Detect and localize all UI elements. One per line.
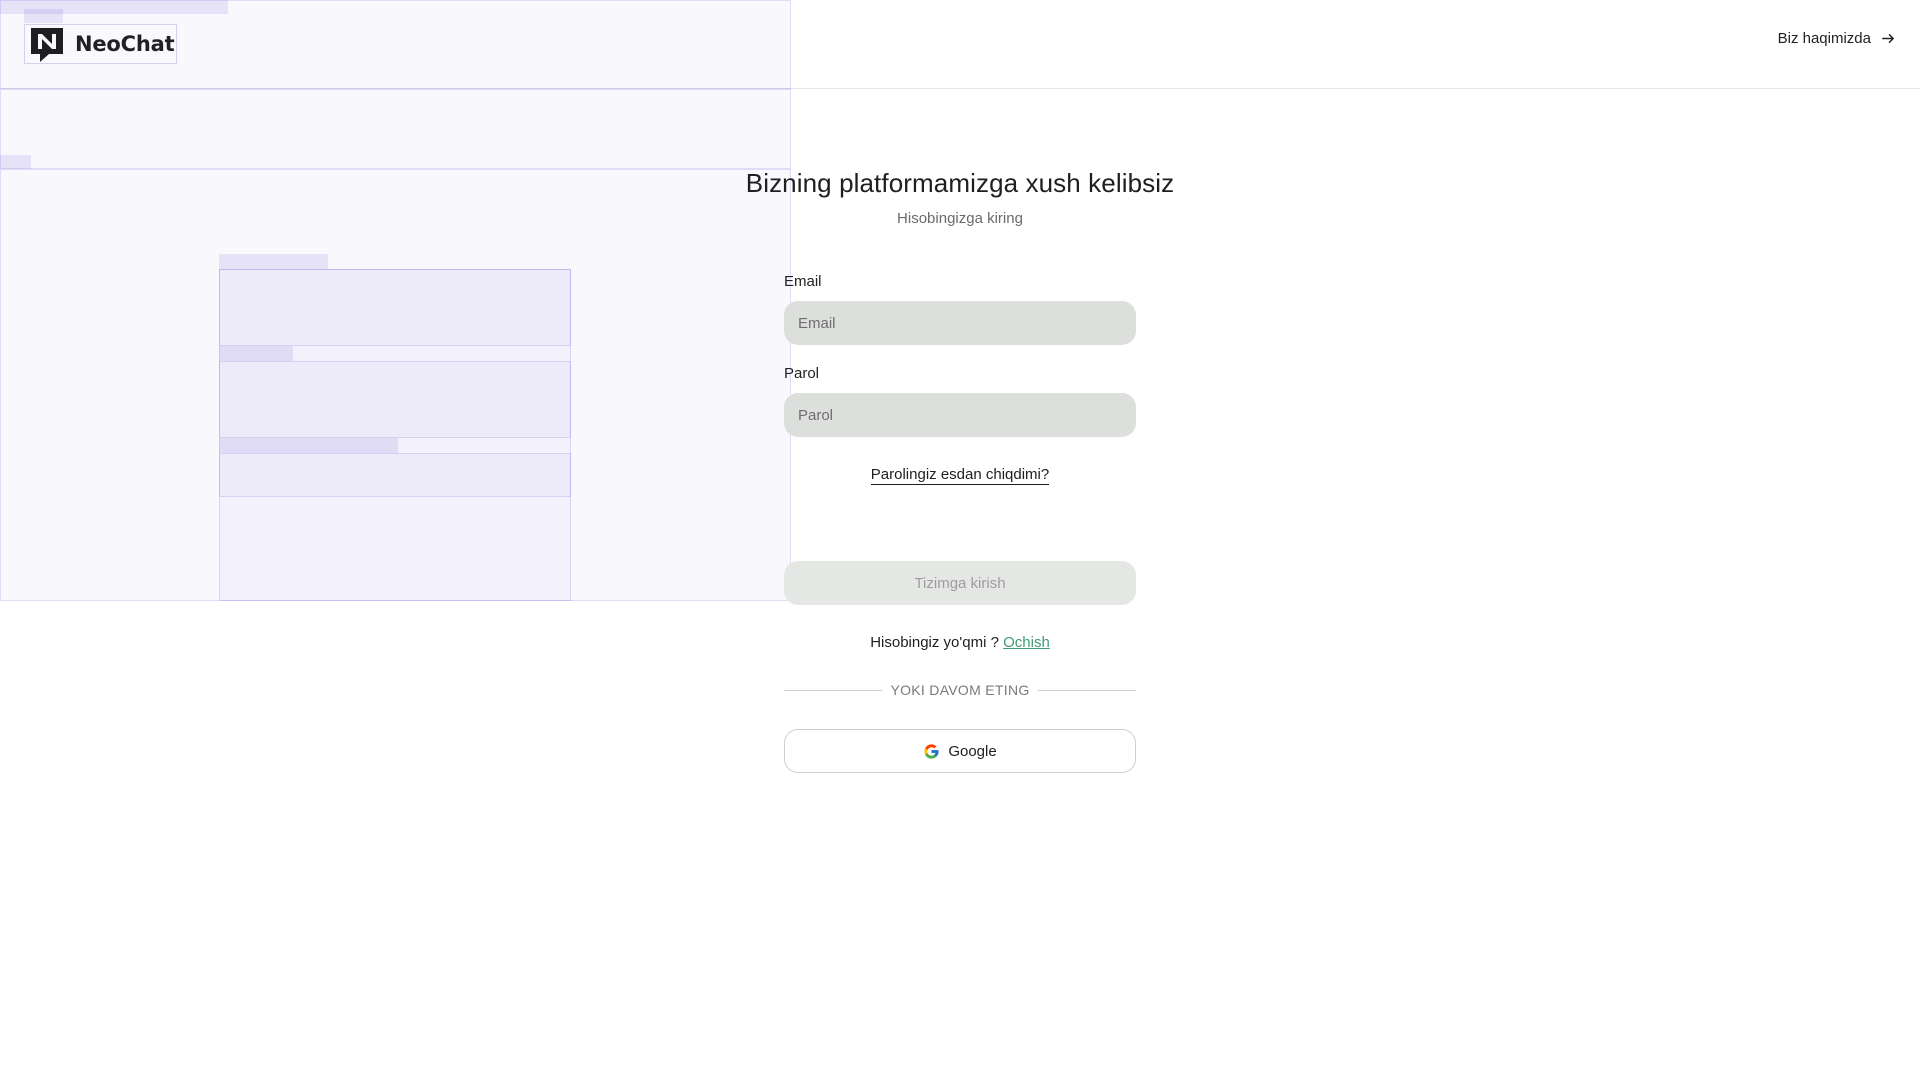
password-label: Parol: [784, 365, 820, 382]
overlay-tag: [219, 438, 398, 453]
signup-link[interactable]: Ochish: [1003, 634, 1050, 651]
divider-line-left: [784, 689, 883, 691]
overlay-field-box: [219, 361, 571, 438]
overlay-form-region: [0, 169, 791, 601]
login-button[interactable]: Tizimga kirish: [784, 561, 1136, 605]
forgot-password-link[interactable]: Parolingiz esdan chiqdimi?: [870, 466, 1050, 485]
about-link[interactable]: Biz haqimizda: [1778, 30, 1896, 47]
divider-text: YOKI DAVOM ETING: [890, 682, 1030, 698]
logo-text: NeoChat: [75, 32, 175, 56]
signup-prompt: Hisobingiz yo'qmi ?: [870, 634, 999, 651]
logo[interactable]: NeoChat: [24, 24, 178, 64]
neochat-logo-icon: [31, 28, 63, 62]
overlay-tag: [219, 254, 328, 269]
about-label: Biz haqimizda: [1777, 30, 1871, 47]
email-label: Email: [784, 273, 822, 290]
top-header: NeoChat Biz haqimizda: [0, 0, 1920, 89]
overlay-field-box: [219, 269, 571, 346]
signup-row: Hisobingiz yo'qmi ? Ochish: [0, 634, 1920, 651]
google-icon: [924, 743, 939, 759]
overlay-spacer-region: [0, 89, 791, 169]
forgot-password-row: Parolingiz esdan chiqdimi?: [0, 466, 1920, 485]
password-input[interactable]: [784, 393, 1136, 437]
arrow-right-icon: [1882, 34, 1894, 43]
page-title: Bizning platformamizga xush kelibsiz: [745, 168, 1175, 198]
page-subtitle: Hisobingizga kiring: [897, 210, 1023, 227]
or-divider: YOKI DAVOM ETING: [784, 682, 1136, 698]
overlay-form-column: [219, 269, 571, 601]
email-input[interactable]: [784, 301, 1136, 345]
overlay-tag: [219, 346, 293, 361]
divider-line-right: [1037, 689, 1136, 691]
overlay-tag: [0, 155, 31, 169]
google-login-button[interactable]: Google: [784, 729, 1136, 773]
google-label: Google: [948, 742, 997, 760]
